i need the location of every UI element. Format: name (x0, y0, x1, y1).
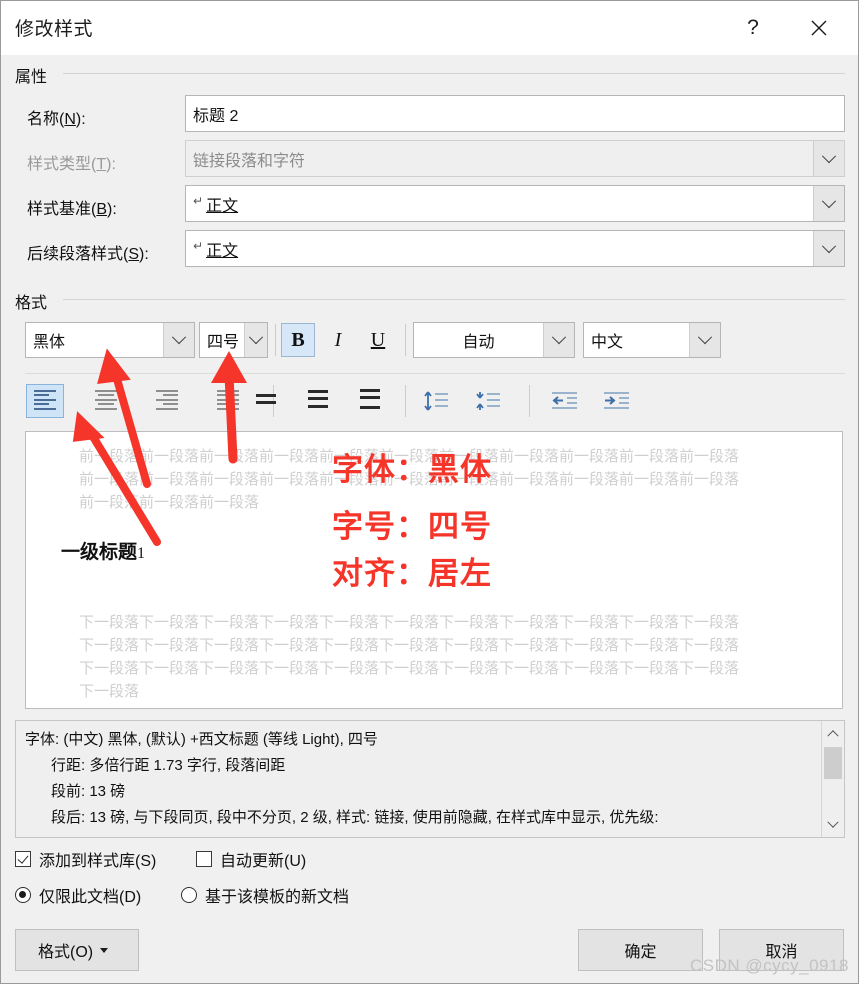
decrease-paragraph-spacing-button[interactable] (469, 384, 507, 418)
chevron-down-icon[interactable] (689, 323, 720, 357)
auto-update-checkbox[interactable]: 自动更新(U) (196, 847, 306, 871)
language-combo[interactable]: 中文 (583, 322, 721, 358)
next-style-value: 正文 (206, 242, 239, 260)
bold-icon: B (291, 328, 305, 351)
format-button-label: 格式(O) (38, 944, 94, 961)
language-value: 中文 (591, 334, 624, 351)
based-on-combo[interactable]: ↵ 正文 (185, 185, 845, 222)
radio-icon (181, 887, 197, 903)
annotation-arrow-to-font-name (97, 348, 151, 488)
description-line: 段前: 13 磅 (51, 783, 126, 800)
preview-line: 下一段落下一段落下一段落下一段落下一段落下一段落下一段落下一段落下一段落下一段落… (79, 661, 740, 677)
decrease-indent-button[interactable] (546, 384, 584, 418)
align-left-button[interactable] (26, 384, 64, 418)
new-documents-radio[interactable]: 基于该模板的新文档 (181, 883, 349, 907)
pilcrow-icon: ↵ (193, 193, 204, 208)
help-button[interactable]: ? (722, 1, 784, 54)
increase-indent-icon (604, 392, 629, 409)
caret-down-icon (100, 947, 109, 953)
scroll-down-button[interactable] (822, 815, 844, 835)
only-this-document-radio[interactable]: 仅限此文档(D) (15, 883, 141, 907)
auto-update-label: 自动更新(U) (220, 853, 307, 870)
checkbox-icon (196, 851, 212, 867)
format-button[interactable]: 格式(O) (15, 929, 139, 971)
name-label: 名称(N): (27, 111, 86, 128)
style-name-input[interactable]: 标题 2 (185, 95, 845, 132)
description-line: 段后: 13 磅, 与下段同页, 段中不分页, 2 级, 样式: 链接, 使用前… (51, 809, 659, 826)
italic-button[interactable]: I (321, 323, 355, 357)
increase-paragraph-spacing-icon (424, 391, 448, 411)
preview-line: 下一段落 (79, 684, 140, 700)
increase-paragraph-spacing-button[interactable] (417, 384, 455, 418)
increase-indent-button[interactable] (598, 384, 636, 418)
properties-group-rule (63, 73, 845, 74)
chevron-down-icon (813, 141, 844, 176)
description-scrollbar[interactable] (821, 721, 844, 837)
dialog-title: 修改样式 (15, 19, 94, 40)
question-mark-icon: ? (747, 15, 759, 39)
properties-group-label: 属性 (15, 69, 48, 86)
underline-icon: U (370, 328, 386, 351)
toolbar-separator (405, 385, 406, 417)
description-line: 字体: (中文) 黑体, (默认) +西文标题 (等线 Light), 四号 (25, 731, 378, 748)
description-line: 行距: 多倍行距 1.73 字行, 段落间距 (51, 757, 286, 774)
watermark: CSDN @cycy_0918 (690, 956, 849, 975)
scrollbar-thumb[interactable] (824, 747, 842, 779)
add-to-gallery-label: 添加到样式库(S) (39, 853, 157, 870)
style-name-value: 标题 2 (193, 107, 239, 125)
chevron-down-icon[interactable] (813, 231, 844, 266)
chevron-down-icon[interactable] (543, 323, 574, 357)
next-style-combo[interactable]: ↵ 正文 (185, 230, 845, 267)
format-group-rule (63, 299, 845, 300)
checkbox-icon (15, 851, 31, 867)
font-color-value: 自动 (462, 334, 495, 351)
annotation-font: 字体：黑体 (332, 452, 492, 487)
line-spacing-1-5-button[interactable] (299, 384, 337, 418)
preview-line: 下一段落下一段落下一段落下一段落下一段落下一段落下一段落下一段落下一段落下一段落… (79, 615, 740, 631)
scroll-up-button[interactable] (822, 723, 844, 743)
only-this-document-label: 仅限此文档(D) (39, 889, 142, 906)
close-button[interactable] (788, 1, 850, 54)
add-to-gallery-checkbox[interactable]: 添加到样式库(S) (15, 847, 156, 871)
annotation-arrow-to-font-size (211, 351, 247, 464)
title-bar: 修改样式 ? (1, 1, 858, 55)
italic-icon: I (334, 328, 342, 351)
modify-style-dialog: 修改样式 ? 属性 名称(N): 标题 2 样式类型(T): 链接段落和字符 样… (0, 0, 859, 984)
new-documents-label: 基于该模板的新文档 (205, 889, 350, 906)
preview-after-paragraph: 下一段落下一段落下一段落下一段落下一段落下一段落下一段落下一段落下一段落下一段落… (79, 612, 821, 704)
pilcrow-icon: ↵ (193, 238, 204, 253)
annotation-align: 对齐：居左 (332, 556, 492, 591)
underline-button[interactable]: U (361, 323, 395, 357)
decrease-indent-icon (552, 392, 577, 409)
based-on-label: 样式基准(B): (27, 201, 117, 218)
ok-button-label: 确定 (624, 944, 657, 961)
chevron-down-icon[interactable] (813, 186, 844, 221)
next-style-label: 后续段落样式(S): (27, 246, 149, 263)
annotation-size: 字号：四号 (332, 509, 492, 544)
style-type-value: 链接段落和字符 (193, 152, 306, 170)
ok-button[interactable]: 确定 (578, 929, 703, 971)
toolbar-separator (529, 385, 530, 417)
line-spacing-double-button[interactable] (351, 384, 389, 418)
preview-heading-number: 1 (137, 545, 146, 562)
line-spacing-1-5-icon (308, 390, 328, 411)
font-color-combo[interactable]: 自动 (413, 322, 575, 358)
line-spacing-double-icon (360, 389, 380, 412)
style-type-label: 样式类型(T): (27, 156, 116, 173)
based-on-value: 正文 (206, 197, 239, 215)
style-description-box: 字体: (中文) 黑体, (默认) +西文标题 (等线 Light), 四号 行… (15, 720, 845, 838)
decrease-paragraph-spacing-icon (476, 392, 500, 410)
bold-button[interactable]: B (281, 323, 315, 357)
close-icon (811, 20, 827, 35)
style-type-combo: 链接段落和字符 (185, 140, 845, 177)
format-group-label: 格式 (15, 295, 48, 312)
toolbar-separator (405, 324, 406, 356)
align-left-icon (34, 389, 56, 413)
preview-line: 下一段落下一段落下一段落下一段落下一段落下一段落下一段落下一段落下一段落下一段落… (79, 638, 740, 654)
radio-icon (15, 887, 31, 903)
